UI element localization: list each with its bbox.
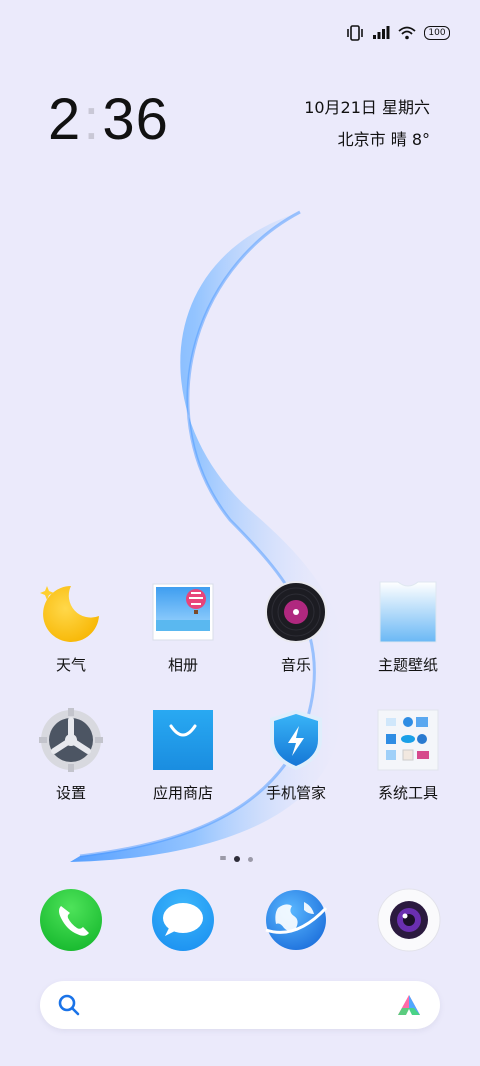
clock-minute: 36 [102,87,169,152]
app-app-store[interactable]: 应用商店 [128,708,238,803]
app-phone-manager[interactable]: 手机管家 [241,708,351,803]
status-bar: 100 [346,22,450,44]
app-music[interactable]: 音乐 [241,580,351,675]
app-label: 手机管家 [265,784,326,802]
search-icon[interactable] [58,994,80,1016]
vibrate-icon [347,25,363,41]
clock-colon: : [83,87,101,152]
app-label: 应用商店 [152,784,213,802]
messages-icon[interactable] [151,888,215,952]
page-dot-list[interactable] [220,858,226,860]
app-label: 设置 [55,784,86,802]
app-weather[interactable]: 天气 [16,580,126,675]
camera-icon[interactable] [377,888,441,952]
page-dot-active[interactable] [234,856,240,862]
phone-manager-icon [270,710,322,770]
settings-icon [39,708,103,772]
clock-hour: 2 [48,87,82,152]
app-label: 天气 [55,656,86,674]
weather-icon [40,586,99,642]
app-system-tools[interactable]: 系统工具 [353,708,463,803]
date-weather-widget[interactable]: 10月21日 星期六 北京市 晴 8° [304,92,430,156]
themes-icon [379,581,437,643]
date-text: 10月21日 星期六 [304,98,430,117]
app-themes[interactable]: 主题壁纸 [353,580,463,675]
app-gallery[interactable]: 相册 [128,580,238,675]
gallery-icon [152,583,214,641]
phone-icon[interactable] [39,888,103,952]
music-icon [265,581,327,643]
clock-widget[interactable]: 2:36 [48,86,169,153]
app-settings[interactable]: 设置 [16,708,126,803]
app-label: 主题壁纸 [377,656,438,674]
assistant-icon[interactable] [396,993,422,1017]
page-dot[interactable] [248,856,253,862]
search-bar[interactable] [40,981,440,1029]
app-label: 音乐 [280,656,311,674]
app-label: 相册 [167,656,198,674]
browser-icon[interactable] [264,888,328,952]
battery-indicator: 100 [424,26,450,40]
page-indicator[interactable] [220,856,253,862]
wifi-icon [398,26,416,40]
app-store-icon [153,710,213,770]
system-tools-icon [377,709,439,771]
app-label: 系统工具 [377,784,438,802]
weather-text: 北京市 晴 8° [337,130,430,149]
signal-icon [373,26,390,39]
